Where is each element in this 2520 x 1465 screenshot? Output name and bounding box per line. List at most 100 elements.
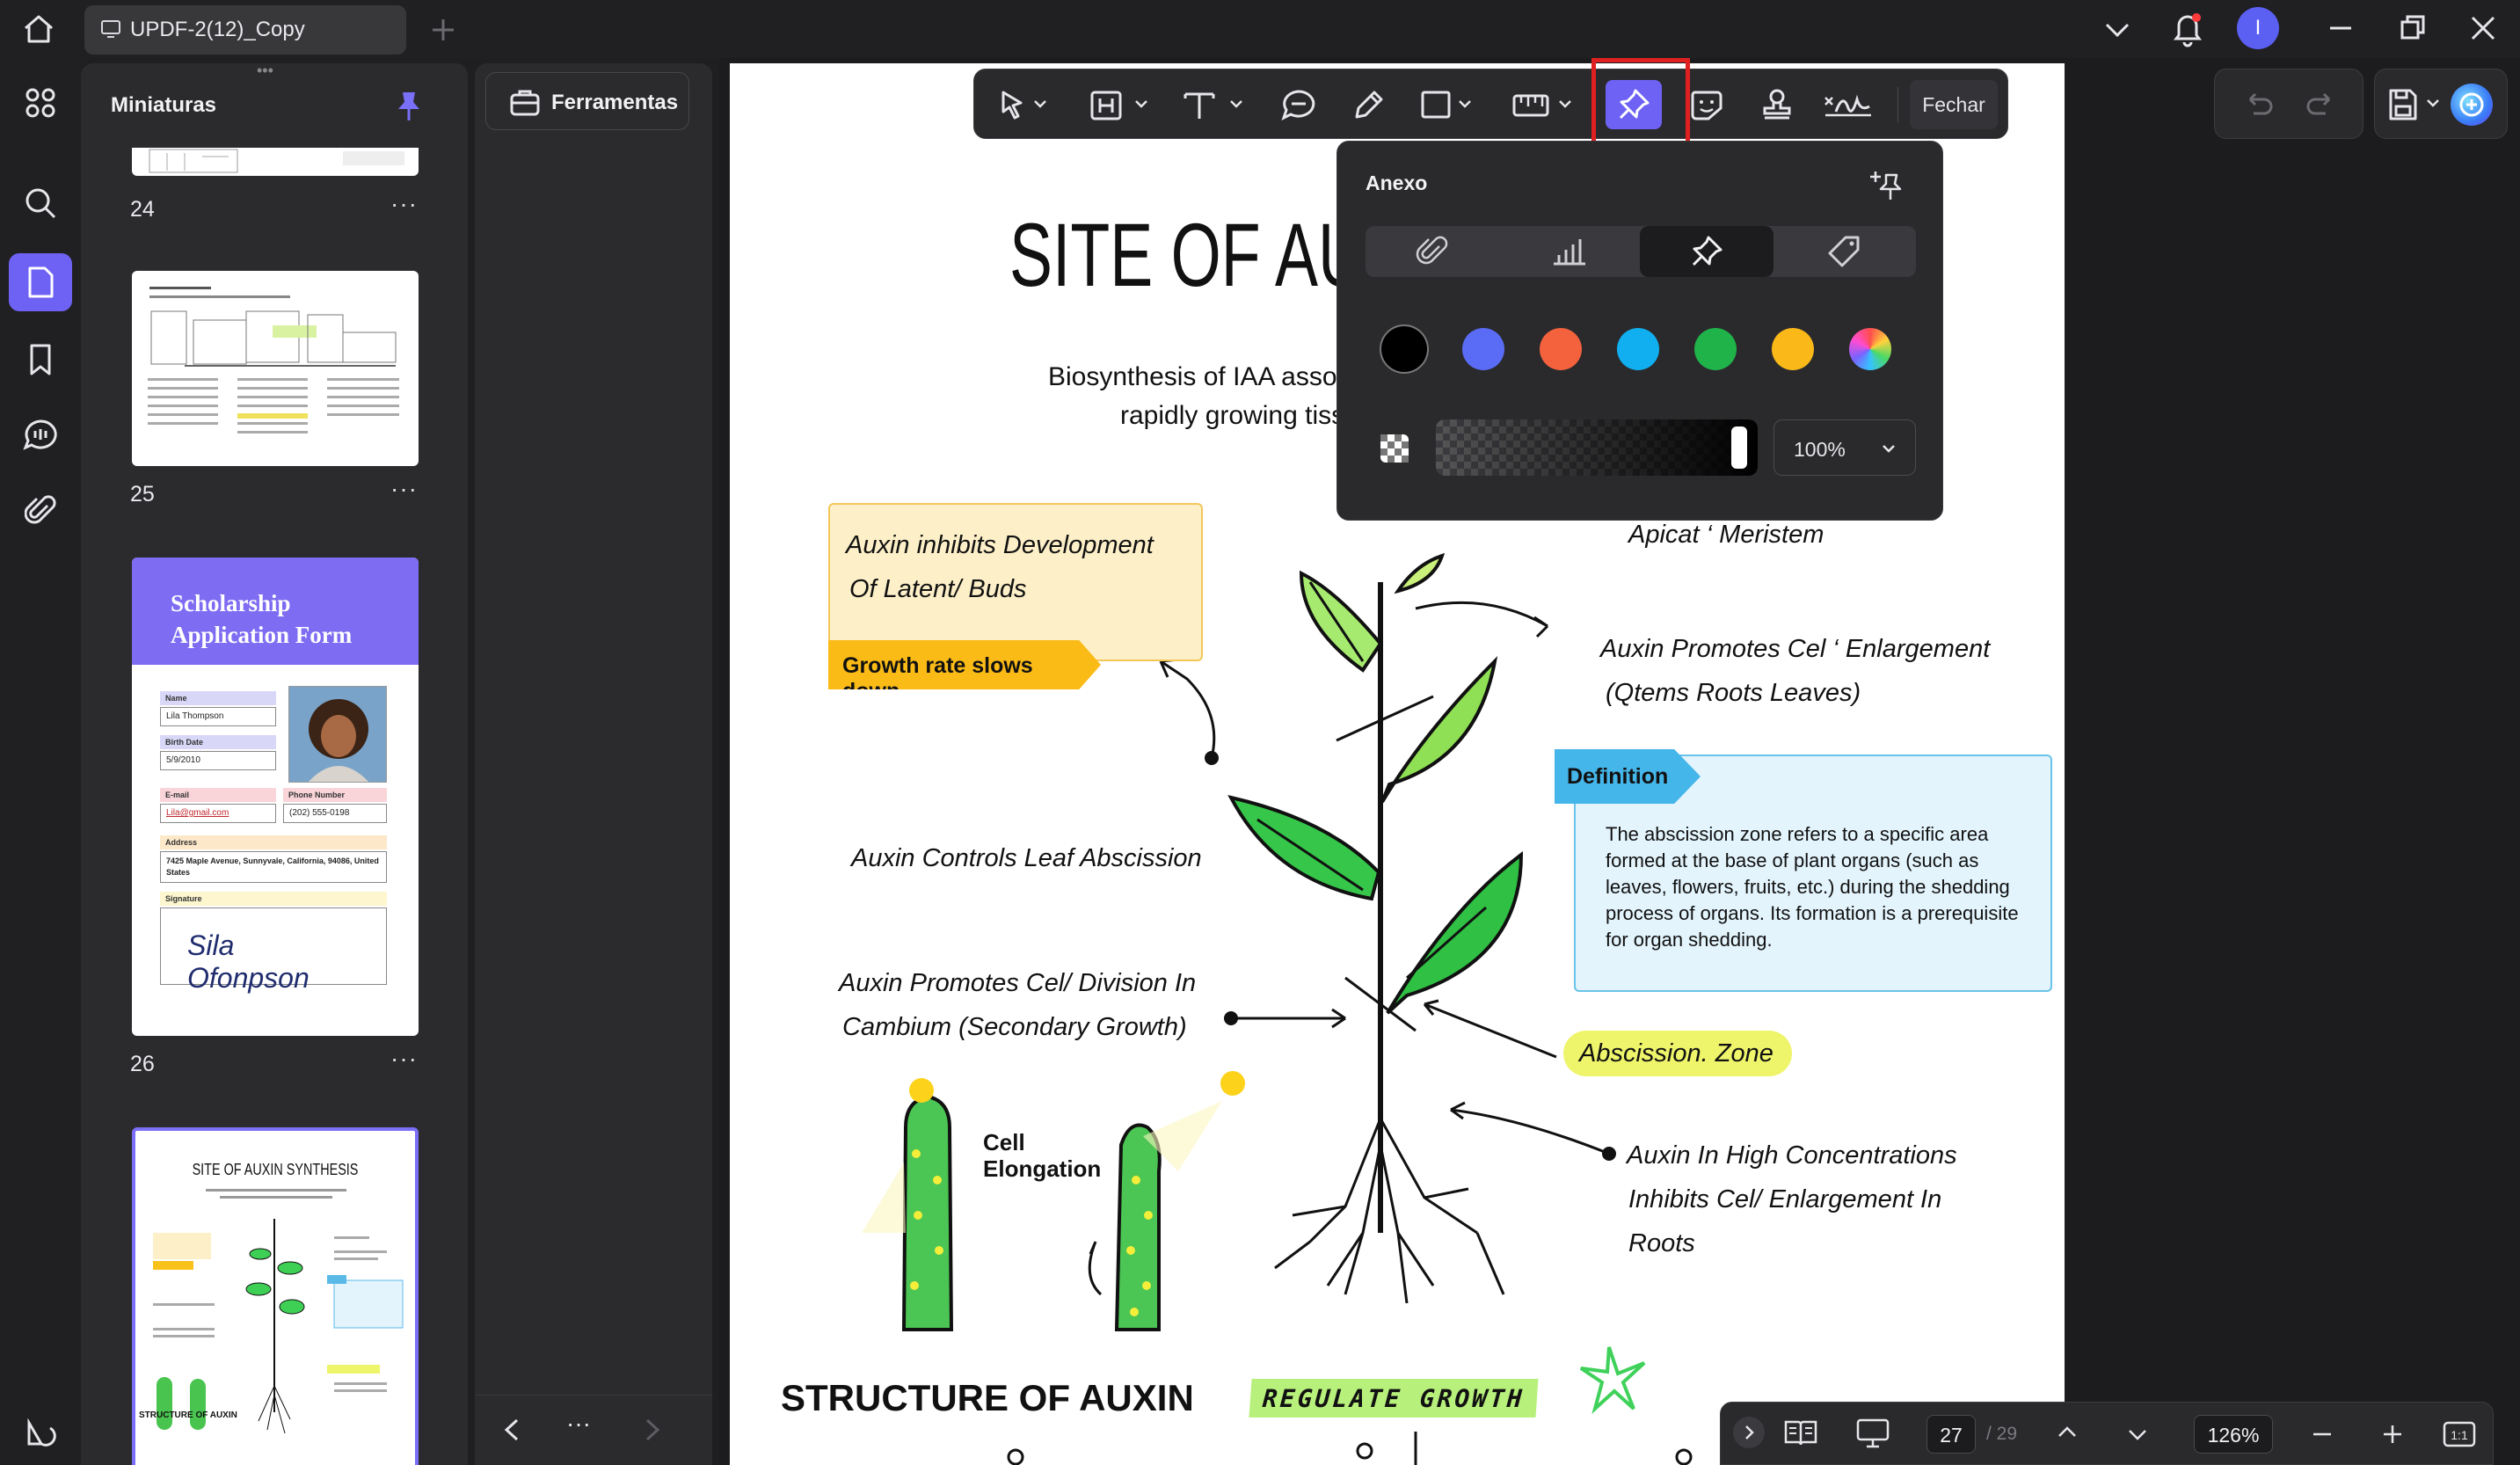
panel-drag-handle[interactable]: ••• (257, 63, 288, 78)
pencil-tool[interactable] (1347, 80, 1391, 129)
page-thumbnail-27[interactable]: SITE OF AUXIN SYNTHESIS STRUCTURE OF AUX… (132, 1127, 419, 1465)
attach-type-graph[interactable] (1503, 226, 1636, 277)
close-toolbar-button[interactable]: Fechar (1910, 80, 1998, 129)
theme-icon[interactable] (9, 1403, 72, 1461)
tools-button[interactable]: Ferramentas (485, 72, 689, 130)
tools-panel: Ferramentas ··· (475, 63, 712, 1465)
color-swatch-green[interactable] (1694, 328, 1737, 370)
search-icon[interactable] (9, 174, 72, 232)
undo-icon[interactable] (2241, 87, 2276, 122)
previous-page-icon[interactable] (501, 1415, 522, 1445)
page-thumbnail-25[interactable] (132, 271, 419, 466)
division-label-2: Cambium (Secondary Growth) (842, 1013, 1187, 1041)
page-menu-24[interactable]: ··· (390, 190, 418, 218)
save-menu-chevron-icon[interactable] (2424, 94, 2442, 112)
restore-icon[interactable] (2393, 11, 2432, 46)
thumb-address-value: 7425 Maple Avenue, Sunnyvale, California… (160, 851, 387, 883)
save-icon[interactable] (2385, 85, 2421, 124)
page-thumbnail-24[interactable] (132, 148, 419, 176)
sticker-tool[interactable] (1685, 80, 1729, 129)
total-pages: / 29 (1986, 1424, 2018, 1444)
cell-elongation-1: Cell (983, 1129, 1025, 1155)
page-down-icon[interactable] (2122, 1418, 2153, 1450)
highlight-tool[interactable] (1085, 80, 1155, 129)
high-conc-label-1: Auxin In High Concentrations (1627, 1141, 1957, 1170)
thumb-phone-value: (202) 555-0198 (283, 804, 387, 823)
thumb-signature-value: Sila Ofonpson (160, 907, 387, 994)
select-tool[interactable] (994, 80, 1055, 129)
color-swatch-yellow[interactable] (1772, 328, 1814, 370)
measure-tool[interactable] (1509, 80, 1579, 129)
collapse-bar-icon[interactable] (1733, 1417, 1765, 1448)
zoom-out-icon[interactable] (2306, 1418, 2338, 1450)
leaf-abscission-label: Auxin Controls Leaf Abscission (851, 844, 1202, 872)
color-swatch-black[interactable] (1381, 326, 1427, 372)
attach-type-pushpin[interactable] (1640, 226, 1773, 277)
page-up-icon[interactable] (2051, 1417, 2083, 1448)
thumbnail-panel: ••• Miniaturas 24 ··· 25 ··· Scholarship… (81, 63, 468, 1465)
annotation-toolbar: Fechar (973, 69, 2008, 139)
popup-pin-settings-icon[interactable] (1863, 164, 1905, 203)
actual-size-icon[interactable]: 1:1 (2442, 1418, 2477, 1450)
opacity-slider-thumb[interactable] (1731, 426, 1747, 469)
next-page-icon[interactable] (642, 1415, 663, 1445)
auxin-inhibits-box: Auxin inhibits Development Of Latent/ Bu… (828, 503, 1203, 661)
popup-title: Anexo (1366, 171, 1428, 194)
high-conc-label-3: Roots (1628, 1229, 1695, 1257)
page-thumbnail-26[interactable]: Scholarship Application Form Name Lila T… (132, 558, 419, 1036)
reading-mode-icon[interactable] (1782, 1417, 1819, 1448)
signature-tool[interactable] (1822, 80, 1875, 129)
title-bar: UPDF-2(12)_Copy I (0, 0, 2520, 58)
apps-grid-icon[interactable] (9, 74, 72, 132)
redo-icon[interactable] (2303, 87, 2338, 122)
opacity-dropdown[interactable]: 100% (1773, 419, 1916, 476)
attach-type-paperclip[interactable] (1366, 226, 1499, 277)
ai-assistant-icon[interactable] (2451, 84, 2493, 126)
document-tab[interactable]: UPDF-2(12)_Copy (84, 5, 406, 55)
tools-panel-footer: ··· (475, 1395, 712, 1465)
comment-tool[interactable] (1277, 80, 1321, 129)
close-window-icon[interactable] (2464, 11, 2502, 46)
enlargement-label-2: (Qtems Roots Leaves) (1606, 679, 1861, 707)
user-avatar[interactable]: I (2237, 7, 2279, 49)
thumb-birth-label: Birth Date (160, 735, 276, 749)
thumbnails-icon[interactable] (9, 253, 72, 311)
text-tool[interactable] (1178, 80, 1250, 129)
stamp-tool[interactable] (1755, 80, 1799, 129)
pin-panel-icon[interactable] (396, 90, 422, 123)
page-menu-26[interactable]: ··· (390, 1045, 418, 1073)
page-number-26: 26 (130, 1052, 155, 1076)
document-tab-icon (100, 19, 121, 39)
comments-icon[interactable] (9, 406, 72, 464)
home-icon[interactable] (16, 9, 62, 49)
growth-rate-tag: Growth rate slows down (828, 640, 1101, 689)
opacity-slider[interactable] (1436, 419, 1758, 476)
bookmark-icon[interactable] (9, 331, 72, 389)
presentation-icon[interactable] (1854, 1417, 1891, 1450)
high-conc-label-2: Inhibits Cel/ Enlargement In (1628, 1185, 1942, 1214)
zoom-in-icon[interactable] (2377, 1418, 2408, 1450)
thumb-photo (288, 686, 387, 783)
notification-bell-icon[interactable] (2170, 9, 2205, 47)
current-page-input[interactable]: 27 (1926, 1415, 1976, 1454)
thumb-email-value: Lila@gmail.com (160, 804, 276, 823)
tools-button-label: Ferramentas (551, 91, 679, 114)
tabs-dropdown-icon[interactable] (2100, 14, 2135, 44)
page-menu-25[interactable]: ··· (390, 475, 418, 503)
color-swatch-blue[interactable] (1462, 328, 1504, 370)
thumb-name-value: Lila Thompson (160, 707, 276, 726)
attach-type-tag[interactable] (1777, 226, 1911, 277)
apical-meristem-label: Apicat ‘ Meristem (1628, 521, 1824, 549)
bottom-bar: 27 / 29 126% 1:1 (1720, 1402, 2494, 1465)
attachment-icon[interactable] (9, 482, 72, 540)
new-tab-icon[interactable] (426, 12, 461, 47)
color-swatch-red[interactable] (1540, 328, 1582, 370)
shape-tool[interactable] (1419, 80, 1481, 129)
color-swatch-custom[interactable] (1849, 328, 1891, 370)
footer-more-button[interactable]: ··· (566, 1410, 591, 1438)
zoom-level-input[interactable]: 126% (2194, 1415, 2273, 1454)
division-label-1: Auxin Promotes Cel/ Division In (839, 969, 1197, 997)
color-swatch-cyan[interactable] (1617, 328, 1659, 370)
minimize-icon[interactable] (2321, 11, 2360, 46)
regulate-growth-label: REGULATE GROWTH (1249, 1379, 1539, 1418)
